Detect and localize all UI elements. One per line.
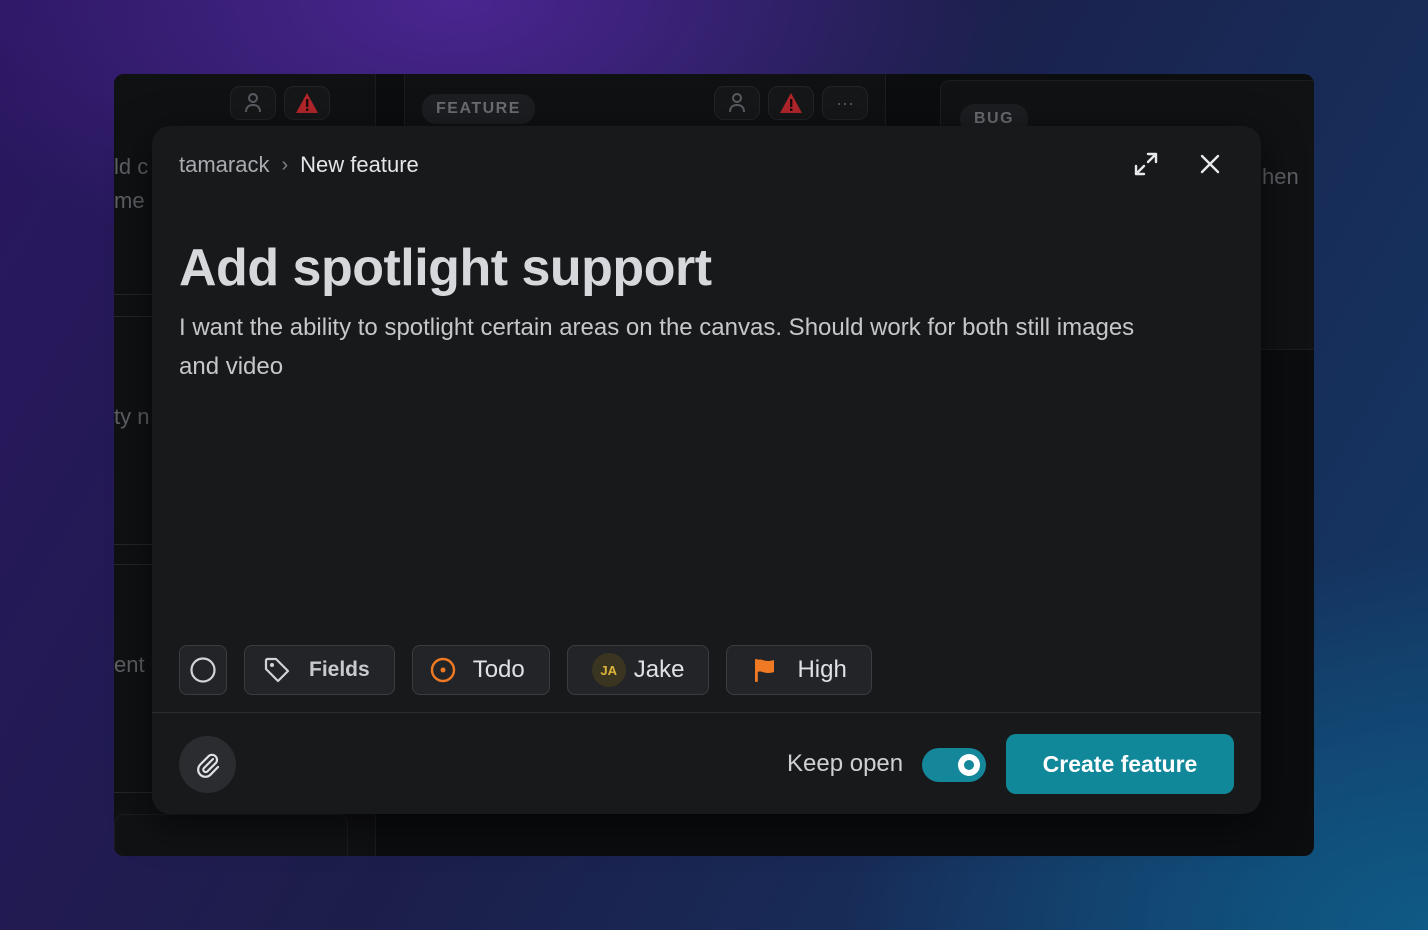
tag-icon [264, 657, 290, 683]
priority-label: High [797, 656, 847, 683]
background-card-text: ent [114, 652, 145, 677]
property-bar: Fields Todo JA Jake High [179, 645, 872, 695]
fields-label: Fields [309, 658, 370, 681]
circle-icon [190, 657, 216, 683]
feature-title-input[interactable]: Add spotlight support [179, 238, 712, 298]
background-card-text: me [114, 188, 145, 213]
feature-description-input[interactable]: I want the ability to spotlight certain … [179, 308, 1169, 386]
divider [114, 792, 154, 793]
create-feature-button[interactable]: Create feature [1006, 734, 1234, 794]
breadcrumb-current: New feature [300, 152, 419, 177]
close-icon [1200, 154, 1220, 174]
priority-button[interactable]: High [726, 645, 872, 695]
breadcrumb: tamarack › New feature [179, 152, 419, 178]
background-tag-feature: FEATURE [422, 94, 535, 124]
assignee-button[interactable]: JA Jake [566, 645, 710, 695]
attach-button[interactable] [179, 736, 236, 793]
divider [114, 294, 154, 295]
footer-divider [152, 712, 1261, 713]
close-button[interactable] [1192, 146, 1228, 182]
background-more-icon: ··· [822, 86, 868, 120]
status-button[interactable]: Todo [411, 645, 550, 695]
fields-button[interactable]: Fields [244, 645, 395, 695]
background-card [114, 814, 348, 856]
status-label: Todo [472, 656, 525, 683]
background-card-text: ty n [114, 404, 150, 429]
background-card-text: ld c [114, 154, 149, 179]
expand-icon [1134, 152, 1158, 176]
toggle-knob [958, 754, 980, 776]
assignee-label: Jake [633, 656, 685, 683]
divider [114, 564, 154, 565]
background-urgent-icon [284, 86, 330, 120]
flag-icon [755, 659, 775, 682]
avatar: JA [591, 653, 626, 687]
breadcrumb-separator: › [281, 153, 289, 176]
todo-status-icon [430, 657, 455, 683]
divider [114, 544, 154, 545]
background-assignee-icon [230, 86, 276, 120]
background-card-text: hen [1262, 164, 1299, 189]
background-urgent-icon [768, 86, 814, 120]
keep-open-toggle[interactable] [922, 748, 986, 782]
background-assignee-icon [714, 86, 760, 120]
type-toggle-button[interactable] [179, 645, 227, 695]
divider [114, 316, 154, 317]
expand-button[interactable] [1128, 146, 1164, 182]
new-feature-modal: tamarack › New feature Add spotlight sup… [152, 126, 1261, 814]
keep-open-label: Keep open [787, 750, 904, 777]
breadcrumb-project[interactable]: tamarack [179, 152, 269, 178]
paperclip-icon [196, 753, 219, 778]
